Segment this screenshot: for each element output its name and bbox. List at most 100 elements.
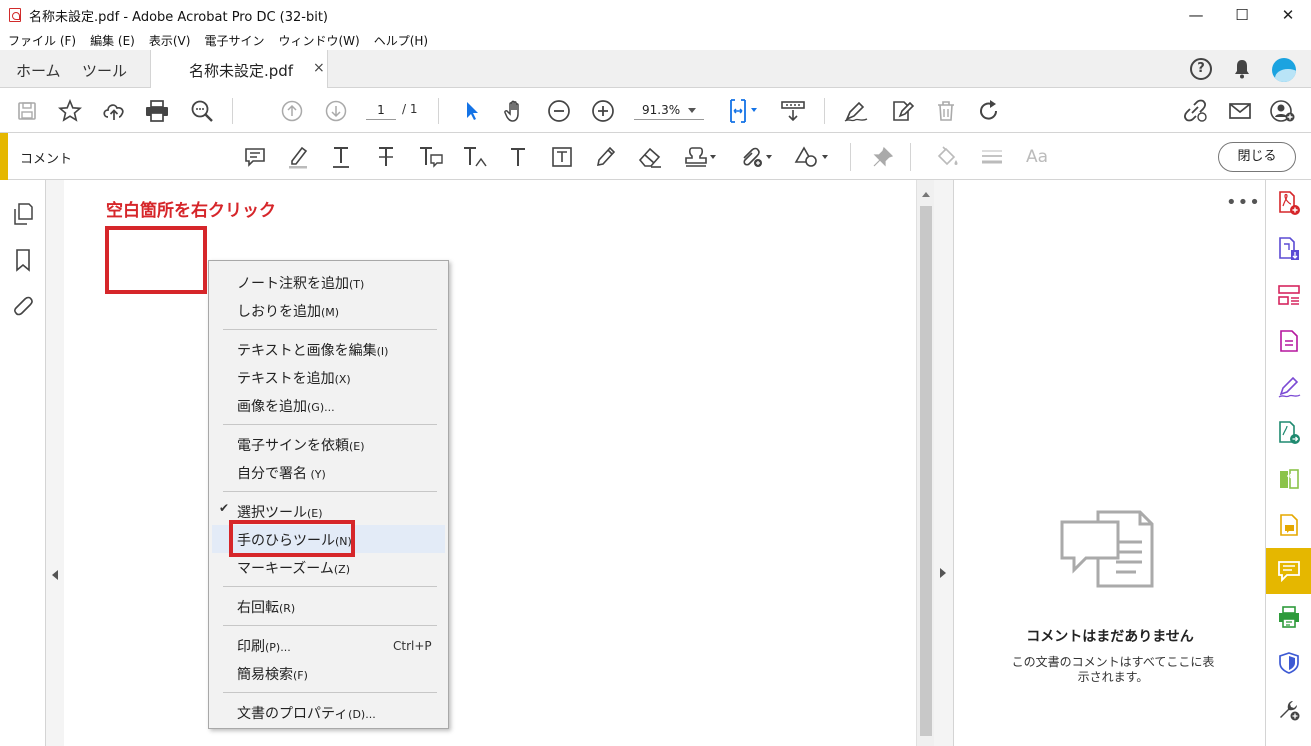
replace-text-icon[interactable] [416, 133, 446, 180]
tab-tools[interactable]: ツール [82, 60, 127, 81]
menu-view[interactable]: 表示(V) [149, 32, 191, 49]
trash-icon[interactable] [932, 88, 960, 133]
zoom-level-select[interactable]: 91.3% [634, 100, 704, 120]
add-text-icon[interactable] [505, 133, 531, 180]
protect-tool[interactable] [1266, 640, 1311, 686]
left-pane-toggle[interactable] [46, 180, 64, 746]
right-pane-toggle[interactable] [934, 180, 953, 746]
menu-add-bookmark[interactable]: しおりを追加(M) [237, 301, 339, 321]
stamp-icon[interactable] [682, 133, 720, 180]
select-cursor-icon[interactable] [458, 88, 486, 133]
organize-pages-tool[interactable] [1266, 272, 1311, 318]
tab-close-icon[interactable]: × [313, 60, 325, 76]
cloud-upload-icon[interactable] [100, 88, 128, 133]
redo-rotate-icon[interactable] [975, 88, 1003, 133]
menu-separator [223, 625, 437, 626]
scrollbar-thumb[interactable] [920, 206, 932, 736]
mail-icon[interactable] [1225, 88, 1255, 133]
attachment-paperclip-icon[interactable] [12, 294, 34, 318]
help-icon[interactable]: ? [1190, 58, 1212, 80]
fill-sign-icon[interactable] [887, 88, 917, 133]
menu-separator [223, 329, 437, 330]
sign-pen-icon[interactable] [842, 88, 870, 133]
toolbar-separator [438, 98, 439, 124]
hand-tool-icon[interactable] [500, 88, 530, 133]
menu-edit-text-images[interactable]: テキストと画像を編集(I) [237, 340, 388, 360]
scroll-mode-icon[interactable] [778, 88, 808, 133]
more-options-icon[interactable]: ••• [1226, 192, 1261, 213]
scroll-up-icon[interactable] [922, 192, 930, 197]
star-icon[interactable] [56, 88, 84, 133]
minimize-button[interactable]: — [1173, 0, 1219, 30]
font-tool-icon[interactable]: Aa [1022, 133, 1052, 180]
compare-files-tool[interactable] [1266, 456, 1311, 502]
maximize-button[interactable]: ☐ [1219, 0, 1265, 30]
next-page-icon[interactable] [322, 88, 350, 133]
menu-add-image[interactable]: 画像を追加(G)... [237, 396, 335, 416]
menu-edit[interactable]: 編集 (E) [90, 32, 135, 49]
pages-thumbnail-icon[interactable] [12, 202, 34, 226]
insert-text-icon[interactable] [460, 133, 490, 180]
share-link-icon[interactable] [1180, 88, 1210, 133]
zoom-in-icon[interactable] [589, 88, 617, 133]
comment-export-tool[interactable] [1266, 502, 1311, 548]
underline-text-icon[interactable] [328, 133, 354, 180]
compress-pdf-tool[interactable] [1266, 318, 1311, 364]
menu-help[interactable]: ヘルプ(H) [374, 32, 428, 49]
menu-quick-search[interactable]: 簡易検索(F) [237, 664, 308, 684]
attach-icon[interactable] [736, 133, 776, 180]
line-weight-icon[interactable] [978, 133, 1006, 180]
export-pdf-tool[interactable] [1266, 226, 1311, 272]
menu-print[interactable]: 印刷(P)... [237, 636, 291, 656]
print-icon[interactable] [143, 88, 171, 133]
menu-add-sticky-note[interactable]: ノート注釈を追加(T) [237, 273, 364, 293]
zoom-out-icon[interactable] [545, 88, 573, 133]
shapes-icon[interactable] [792, 133, 832, 180]
menu-add-text[interactable]: テキストを追加(X) [237, 368, 351, 388]
document-scrollbar[interactable] [916, 180, 934, 746]
sticky-note-icon[interactable] [242, 133, 268, 180]
text-box-icon[interactable] [549, 133, 575, 180]
document-page[interactable]: 空白箇所を右クリック [64, 180, 916, 746]
menu-window[interactable]: ウィンドウ(W) [278, 32, 359, 49]
previous-page-icon[interactable] [278, 88, 306, 133]
menu-self-sign[interactable]: 自分で署名 (Y) [237, 463, 326, 483]
pin-icon[interactable] [870, 133, 896, 180]
pencil-icon[interactable] [592, 133, 618, 180]
comment-tool-active[interactable] [1266, 548, 1311, 594]
send-for-review-tool[interactable] [1266, 410, 1311, 456]
save-icon[interactable] [14, 88, 40, 133]
compress-pdf-icon [1280, 330, 1298, 352]
fill-and-sign-tool[interactable] [1266, 364, 1311, 410]
menu-esign[interactable]: 電子サイン [204, 32, 264, 49]
fill-color-icon[interactable] [934, 133, 962, 180]
add-user-icon[interactable] [1268, 88, 1298, 133]
hand-tool-highlight-box [229, 520, 355, 557]
page-fit-icon[interactable] [724, 88, 764, 133]
menu-select-tool[interactable]: 選択ツール(E) [237, 502, 323, 522]
menu-file[interactable]: ファイル (F) [8, 32, 76, 49]
avatar[interactable] [1272, 58, 1296, 82]
menu-document-properties[interactable]: 文書のプロパティ(D)... [237, 703, 376, 723]
more-tools[interactable] [1266, 686, 1311, 732]
menu-separator [223, 424, 437, 425]
highlighter-icon[interactable] [285, 133, 311, 180]
print-production-tool[interactable] [1266, 594, 1311, 640]
window-title: 名称未設定.pdf - Adobe Acrobat Pro DC (32-bit… [29, 9, 329, 25]
close-comment-button[interactable]: 閉じる [1218, 142, 1296, 172]
strikethrough-icon[interactable] [373, 133, 399, 180]
eraser-icon[interactable] [636, 133, 664, 180]
print-production-icon [1279, 606, 1299, 628]
create-pdf-tool[interactable] [1266, 180, 1311, 226]
bell-icon[interactable] [1233, 59, 1251, 79]
close-window-button[interactable]: ✕ [1265, 0, 1311, 30]
search-zoom-icon[interactable] [188, 88, 216, 133]
menu-rotate-right[interactable]: 右回転(R) [237, 597, 295, 617]
menu-request-esign[interactable]: 電子サインを依頼(E) [237, 435, 365, 455]
menu-separator [223, 692, 437, 693]
tab-document[interactable]: 名称未設定.pdf × [150, 50, 328, 88]
menu-marquee-zoom[interactable]: マーキーズーム(Z) [237, 558, 350, 578]
bookmark-icon[interactable] [12, 248, 34, 272]
page-number-input[interactable]: 1 [366, 100, 396, 120]
tab-home[interactable]: ホーム [16, 60, 61, 81]
